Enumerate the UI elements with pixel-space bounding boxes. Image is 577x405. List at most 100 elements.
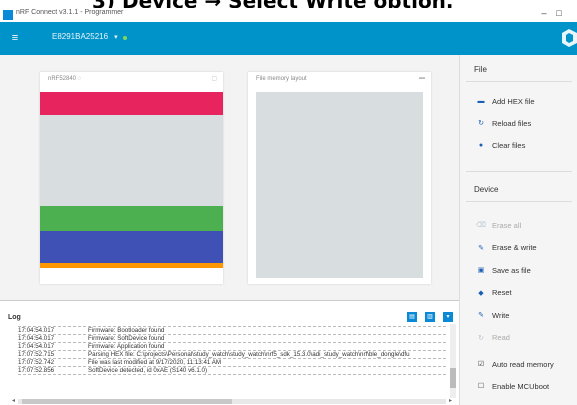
log-entries: 17:04:54.017 Firmware: Bootloader found 17… [18, 324, 446, 398]
collapse-log-button[interactable]: ▾ [443, 312, 453, 322]
window-titlebar: nRF Connect v3.1.1 - Programmer – □ [0, 8, 577, 22]
erase-all-button[interactable]: ⌫ Erase all [476, 216, 521, 234]
chevron-down-icon: ▾ [114, 34, 118, 41]
button-label: Erase & write [492, 243, 537, 252]
memory-region-application [40, 206, 223, 231]
erase-write-button[interactable]: ✎ Erase & write [476, 239, 537, 257]
pencil-icon: ✎ [478, 244, 484, 252]
app-header: ≡ E8291BA25216 ▾ [0, 22, 577, 55]
enable-mcuboot-checkbox[interactable]: ☐ Enable MCUboot [476, 377, 549, 395]
caption-overlay: 3) Device → Select Write option. [0, 0, 577, 8]
chip-icon: ▢ [211, 76, 217, 82]
log-title: Log [8, 314, 21, 321]
log-horizontal-scrollbar[interactable]: ◂ ▸ [12, 398, 452, 404]
log-message: Firmware: SoftDevice found [88, 335, 165, 342]
memory-region-bootloader [40, 92, 223, 115]
device-memory-card: nRF52840 ◌ ▢ [40, 72, 223, 284]
reset-button[interactable]: ◆ Reset [476, 284, 512, 302]
connection-status-dot [123, 36, 127, 40]
folder-icon: ▬ [477, 97, 485, 105]
log-timestamp: 17:07:52.715 [18, 351, 55, 358]
button-label: Add HEX file [492, 96, 535, 106]
button-label: Clear files [492, 140, 526, 150]
file-memory-empty [256, 92, 423, 278]
add-hex-file-button[interactable]: ▬ Add HEX file [476, 92, 535, 110]
log-message: Firmware: Application found [88, 343, 165, 350]
pencil-icon: ✎ [478, 312, 484, 319]
memory-layout-area: nRF52840 ◌ ▢ File memory layout ▬ [0, 55, 459, 300]
card-header: File memory layout ▬ [248, 72, 431, 86]
memory-region-mbr [40, 263, 223, 268]
open-log-file-button[interactable]: ▤ [407, 312, 417, 322]
log-timestamp: 17:04:54.017 [18, 335, 55, 342]
eraser-icon: ⌫ [476, 222, 486, 229]
memory-region-empty [40, 115, 223, 206]
divider [466, 171, 572, 172]
log-timestamp: 17:07:52.742 [18, 359, 55, 366]
button-label: Save as file [492, 265, 531, 275]
divider [466, 201, 572, 202]
button-label: Reset [492, 288, 512, 297]
app-icon [3, 10, 13, 20]
reset-icon: ◆ [478, 289, 484, 297]
divider [466, 81, 572, 82]
minimize-button[interactable]: – [536, 8, 552, 18]
button-label: Erase all [492, 220, 522, 230]
log-message: Parsing HEX file: C:\projects\Personal\s… [88, 351, 410, 358]
save-icon: ▣ [477, 267, 485, 274]
log-timestamp: 17:04:54.017 [18, 343, 55, 350]
log-timestamp: 17:07:52.856 [18, 367, 55, 374]
scroll-thumb[interactable] [450, 368, 456, 388]
device-section-title: Device [474, 185, 499, 194]
button-label: Reload files [492, 118, 532, 128]
checkbox-checked-icon: ☑ [477, 361, 485, 368]
window-title: nRF Connect v3.1.1 - Programmer [16, 9, 124, 16]
reload-icon: ↻ [478, 120, 484, 127]
button-label: Enable MCUboot [492, 381, 550, 391]
clear-files-button[interactable]: ● Clear files [476, 136, 525, 154]
scroll-thumb[interactable] [22, 399, 232, 404]
sidebar: File ▬ Add HEX file ↻ Reload files ● Clear fi… [459, 55, 577, 405]
log-timestamp: 17:04:54.017 [18, 324, 88, 326]
log-panel: Log ▤ ▥ ▾ 17:04:54.017 Firmware: Bootload… [0, 300, 459, 405]
file-memory-title: File memory layout [256, 76, 307, 82]
read-button[interactable]: ↻ Read [476, 329, 510, 347]
log-message: Firmware: Bootloader found [88, 327, 165, 334]
maximize-button[interactable]: □ [551, 8, 567, 18]
memory-region-softdevice [40, 231, 223, 263]
checkbox-unchecked-icon: ☐ [477, 383, 485, 390]
folder-icon: ▬ [419, 75, 425, 81]
device-serial: E8291BA25216 [52, 32, 109, 41]
scroll-left-icon[interactable]: ◂ [12, 397, 15, 404]
log-vertical-scrollbar[interactable] [450, 324, 456, 398]
button-label: Read [492, 333, 510, 342]
button-label: Auto read memory [492, 359, 554, 369]
hamburger-icon[interactable]: ≡ [8, 31, 22, 45]
caption-text: 3) Device → Select Write option. [92, 0, 454, 8]
log-row: 17:04:54.017Firmware: Bootloader found [18, 327, 446, 335]
clear-log-button[interactable]: ▥ [425, 312, 435, 322]
device-selector[interactable]: E8291BA25216 ▾ [52, 32, 118, 41]
write-button[interactable]: ✎ Write [476, 306, 509, 324]
log-row: 17:04:54.017 Firmware: Application found [18, 343, 446, 351]
reload-files-button[interactable]: ↻ Reload files [476, 114, 531, 132]
scroll-right-icon[interactable]: ▸ [449, 397, 452, 404]
save-as-file-button[interactable]: ▣ Save as file [476, 261, 531, 279]
log-message: SoftDevice detected, id 0xAE (S140 v6.1.… [88, 367, 208, 374]
log-row: 17:07:52.715 Parsing HEX file: C:\project… [18, 351, 446, 359]
read-icon: ↻ [478, 334, 484, 342]
log-message: File was last modified at 9/17/2020, 11:… [88, 359, 221, 366]
card-header: nRF52840 ◌ ▢ [40, 72, 223, 86]
auto-read-memory-checkbox[interactable]: ☑ Auto read memory [476, 355, 554, 373]
clear-icon: ● [478, 141, 484, 149]
log-timestamp: 17:04:54.017 [18, 327, 55, 334]
file-section-title: File [474, 65, 487, 74]
log-message: Firmware: Bootloader found [88, 324, 446, 326]
log-row: 17:04:54.017 Firmware: SoftDevice found [18, 335, 446, 343]
device-name: nRF52840 ◌ [48, 76, 82, 82]
nordic-logo [562, 29, 577, 47]
log-row: 17:07:52.856 SoftDevice detected, id 0xAE… [18, 367, 446, 375]
file-memory-card: File memory layout ▬ [248, 72, 431, 284]
log-row: 17:07:52.742 File was last modified at 9/… [18, 359, 446, 367]
button-label: Write [492, 310, 510, 320]
